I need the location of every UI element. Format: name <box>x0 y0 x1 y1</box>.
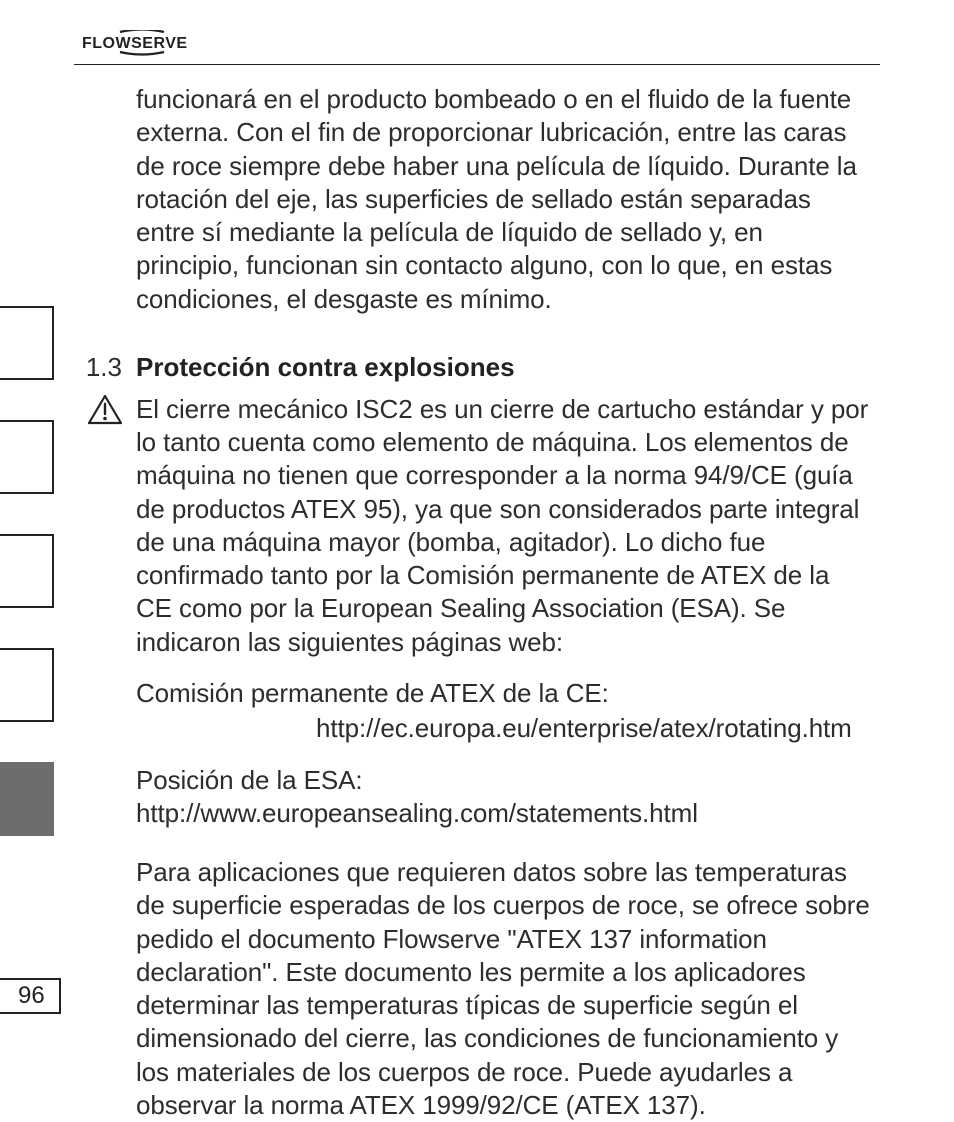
svg-text:FLOWSERVE: FLOWSERVE <box>82 35 188 52</box>
paragraph-section-intro: El cierre mecánico ISC2 es un cierre de … <box>136 393 872 659</box>
atex-commission-block: Comisión permanente de ATEX de la CE: ht… <box>136 677 872 746</box>
side-tabs <box>0 306 54 836</box>
section-body: El cierre mecánico ISC2 es un cierre de … <box>136 393 872 1122</box>
content-area: funcionará en el producto bombeado o en … <box>136 83 872 1122</box>
page-number: 96 <box>0 978 61 1014</box>
header-rule <box>74 64 880 65</box>
section-title: Protección contra explosiones <box>136 352 515 383</box>
header: FLOWSERVE <box>82 30 880 58</box>
side-tab-3[interactable] <box>0 534 54 608</box>
side-tab-1[interactable] <box>0 306 54 380</box>
warning-icon <box>88 395 122 425</box>
side-tab-4[interactable] <box>0 648 54 722</box>
section-number: 1.3 <box>78 352 122 383</box>
section-heading: 1.3 Protección contra explosiones <box>78 352 872 383</box>
atex-commission-url: http://ec.europa.eu/enterprise/atex/rota… <box>316 712 872 745</box>
brand-logo: FLOWSERVE <box>82 30 202 58</box>
paragraph-atex137: Para aplicaciones que requieren datos so… <box>136 856 872 1122</box>
page: FLOWSERVE funcionará en el producto bomb… <box>0 0 954 1042</box>
side-tab-5-active[interactable] <box>0 762 54 836</box>
esa-position-line: Posición de la ESA: http://www.europeans… <box>136 764 872 831</box>
paragraph-continuation: funcionará en el producto bombeado o en … <box>136 83 872 316</box>
side-tab-2[interactable] <box>0 420 54 494</box>
atex-commission-label: Comisión permanente de ATEX de la CE: <box>136 677 872 710</box>
